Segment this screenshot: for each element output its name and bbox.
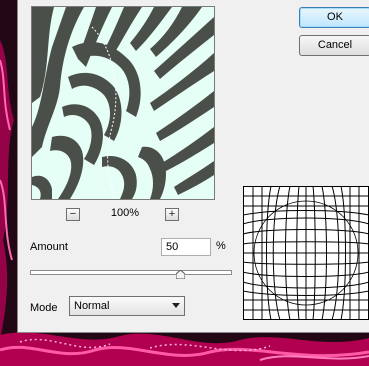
amount-slider-thumb[interactable] (175, 270, 185, 279)
amount-input[interactable]: 50 (161, 238, 211, 256)
mode-select[interactable]: Normal (69, 296, 185, 316)
amount-label: Amount (30, 241, 68, 253)
spherize-grid-preview (243, 186, 369, 320)
filter-preview[interactable] (31, 6, 215, 200)
spherize-dialog: − 100% + OK Cancel Amount 50 % Mode Norm… (17, 0, 369, 333)
zoom-level: 100% (110, 207, 140, 219)
zoom-in-button[interactable]: + (165, 208, 179, 221)
amount-slider-track[interactable] (30, 270, 232, 275)
mode-selected-value: Normal (74, 300, 110, 312)
zoom-out-button[interactable]: − (66, 208, 80, 221)
preview-image (32, 7, 214, 199)
ok-button[interactable]: OK (299, 7, 369, 28)
amount-unit: % (216, 240, 226, 252)
mode-label: Mode (30, 302, 58, 314)
cancel-button[interactable]: Cancel (299, 35, 369, 56)
chevron-down-icon (172, 303, 180, 308)
